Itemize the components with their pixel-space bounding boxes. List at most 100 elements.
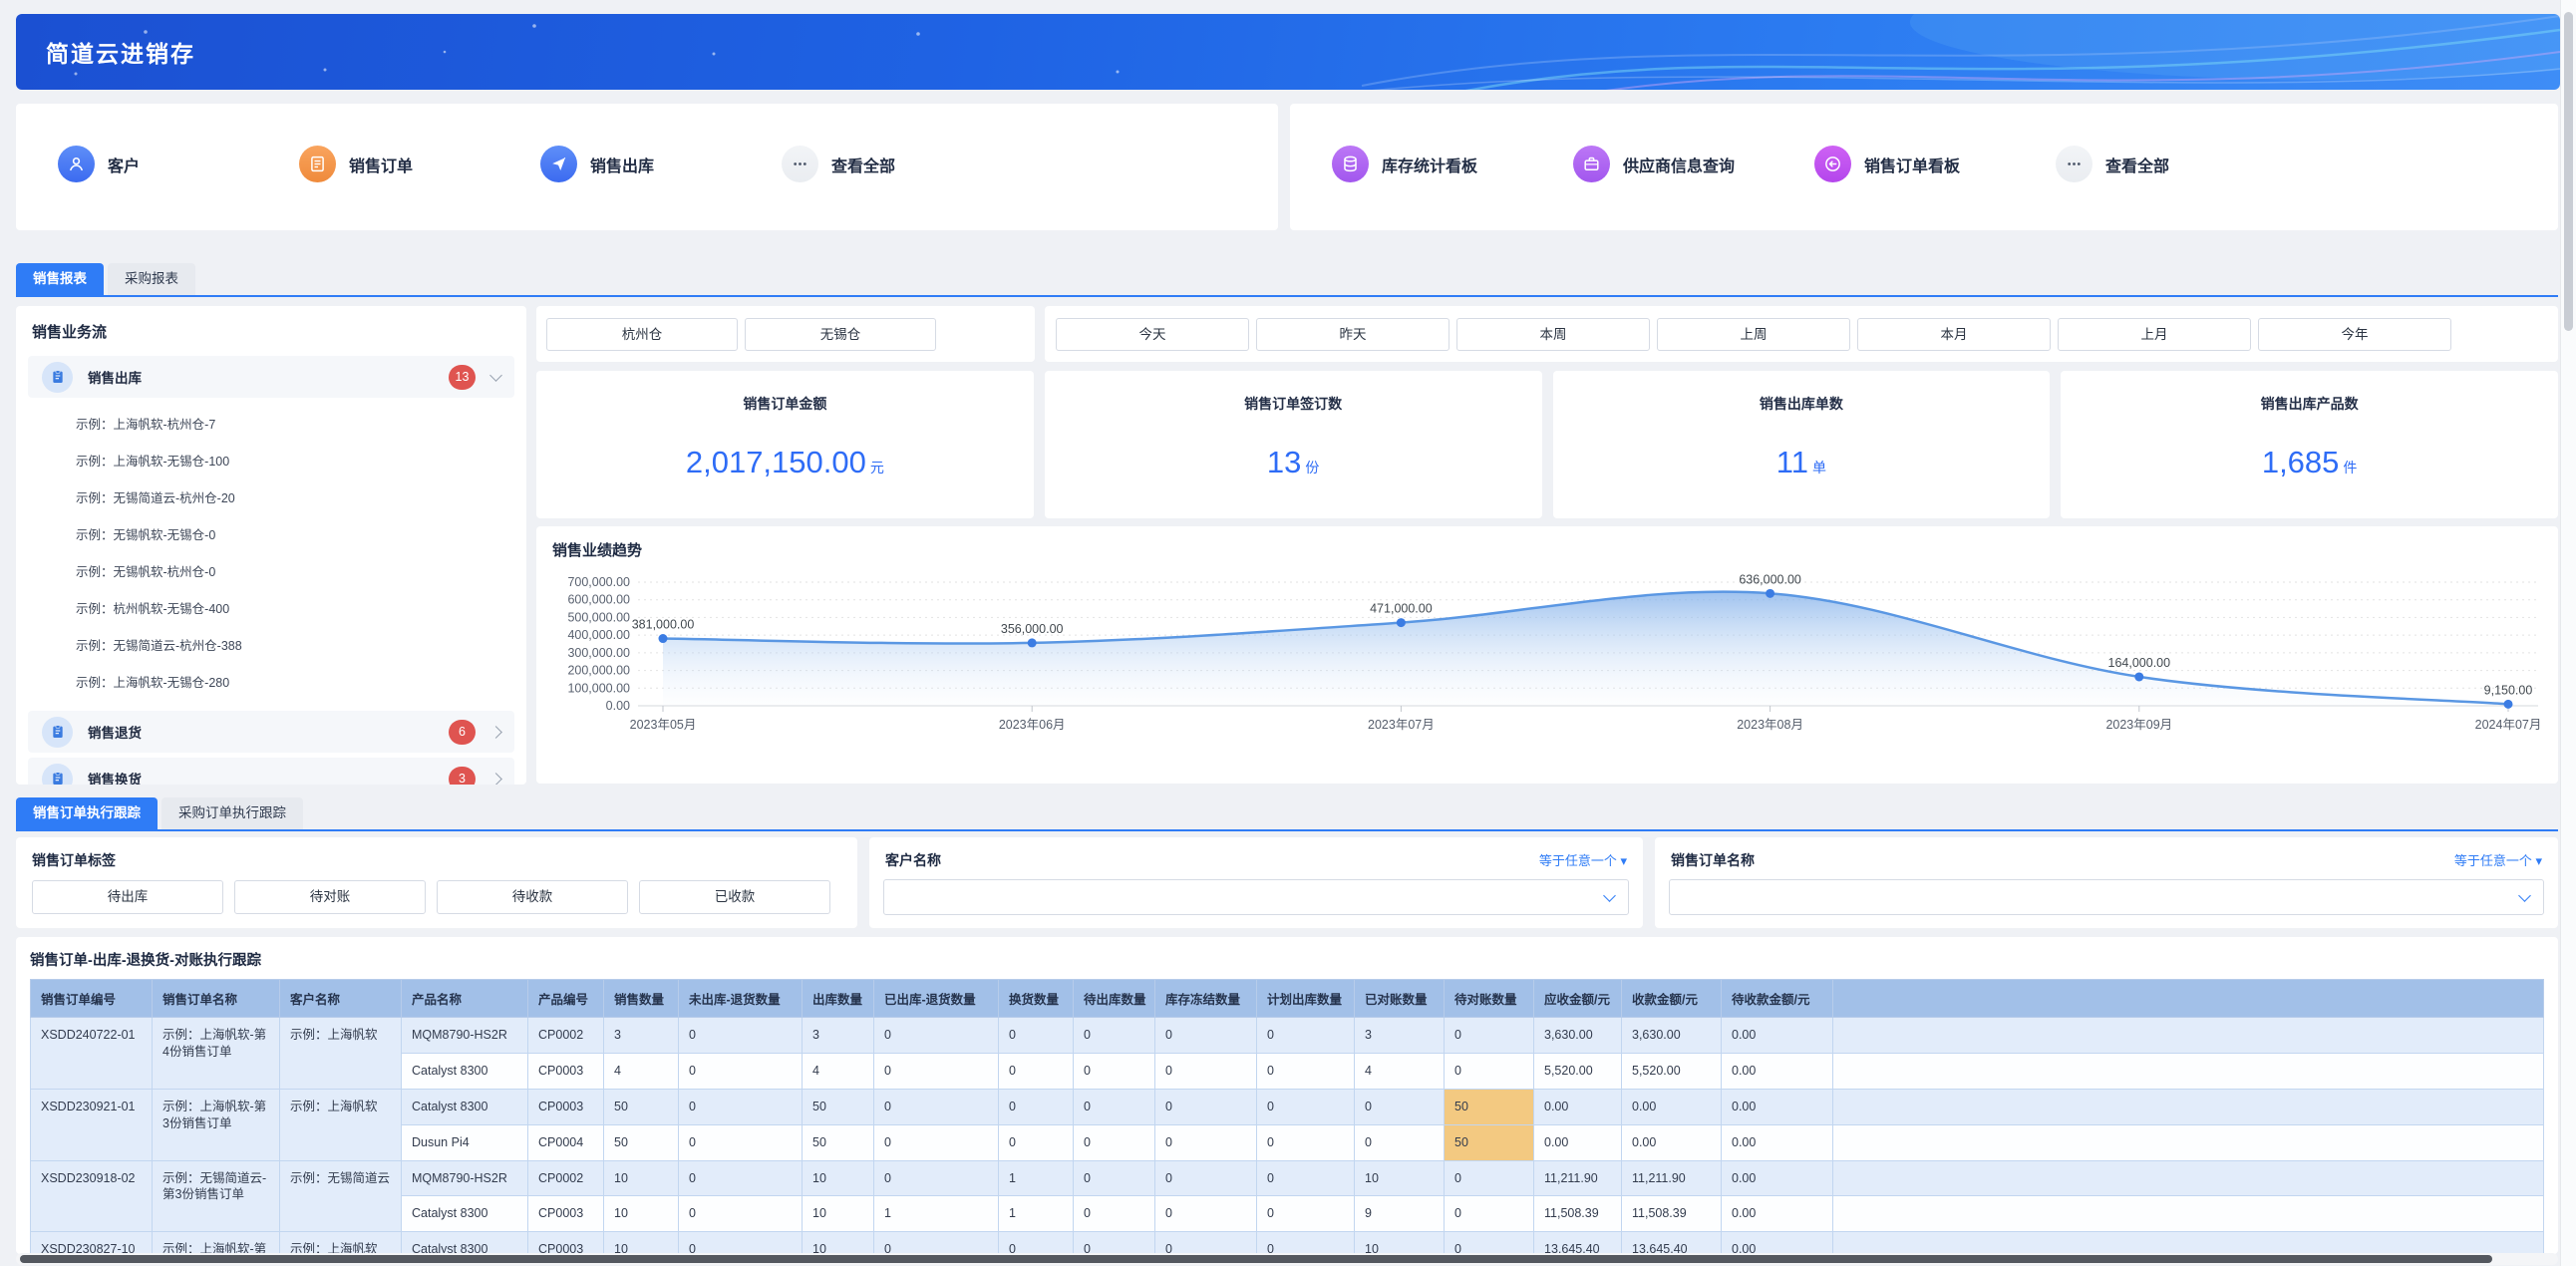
svg-text:2023年06月: 2023年06月	[999, 718, 1066, 732]
report-tab[interactable]: 销售报表	[16, 263, 104, 295]
table-cell: 0.00	[1622, 1124, 1722, 1160]
order-name-select[interactable]	[1669, 879, 2544, 915]
table-cell: 0	[1445, 1018, 1534, 1054]
sidebar-item[interactable]: 示例：无锡帆软-无锡仓-0	[16, 515, 526, 552]
time-filter-button[interactable]: 昨天	[1256, 318, 1449, 351]
warehouse-filter-button[interactable]: 杭州仓	[546, 318, 738, 351]
kpi-title: 销售订单签订数	[1045, 394, 1542, 414]
quick-app-kanban[interactable]: 销售订单看板	[1814, 146, 2056, 182]
table-filler-cell	[1833, 1053, 2544, 1089]
sidebar-group-销售换货[interactable]: 销售换货3	[28, 758, 514, 785]
order-tag-filter-button[interactable]: 待收款	[437, 880, 628, 914]
order-no-cell: XSDD240722-01	[31, 1018, 153, 1090]
quick-app-database[interactable]: 库存统计看板	[1332, 146, 1573, 182]
report-tab[interactable]: 采购报表	[108, 263, 195, 295]
order-no-cell: XSDD230921-01	[31, 1089, 153, 1160]
table-row[interactable]: XSDD230921-01示例：上海帆软-第3份销售订单示例：上海帆软Catal…	[31, 1089, 2544, 1124]
time-filter-button[interactable]: 本月	[1857, 318, 2051, 351]
table-row[interactable]: Dusun Pi4CP000450050000000500.000.000.00	[31, 1124, 2544, 1160]
table-row[interactable]: Catalyst 8300CP000310010110009011,508.39…	[31, 1196, 2544, 1232]
table-cell: 1	[874, 1196, 999, 1232]
customer-name-filter-panel: 客户名称 等于任意一个 ▾	[869, 837, 1643, 928]
table-header-cell: 销售订单名称	[153, 980, 280, 1018]
sidebar-group-销售退货[interactable]: 销售退货6	[28, 711, 514, 753]
table-header-cell: 产品编号	[528, 980, 604, 1018]
table-cell: 0	[1155, 1196, 1257, 1232]
warehouse-filter-button[interactable]: 无锡仓	[745, 318, 936, 351]
page: 简道云进销存 客户 销售订单 销售出库 查看全部 库存统计看板 供应商信息查询 销售订单看…	[0, 0, 2576, 1266]
quick-app-ellipsis[interactable]: 查看全部	[2056, 146, 2297, 182]
sidebar-item[interactable]: 示例：上海帆软-杭州仓-7	[16, 405, 526, 442]
sidebar-item[interactable]: 示例：无锡帆软-杭州仓-0	[16, 552, 526, 589]
table-cell: 0	[874, 1053, 999, 1089]
customer-cell: 示例：上海帆软	[280, 1018, 402, 1090]
sidebar-item[interactable]: 示例：上海帆软-无锡仓-280	[16, 663, 526, 700]
svg-text:2023年07月: 2023年07月	[1368, 718, 1435, 732]
time-filter-button[interactable]: 上月	[2058, 318, 2251, 351]
kpi-unit: 元	[870, 460, 884, 475]
svg-text:300,000.00: 300,000.00	[567, 646, 630, 660]
time-filter-button[interactable]: 上周	[1657, 318, 1850, 351]
table-cell: 3	[604, 1018, 679, 1054]
tracking-tab[interactable]: 销售订单执行跟踪	[16, 797, 158, 829]
vertical-scrollbar[interactable]	[2560, 0, 2576, 1266]
table-cell: 4	[803, 1053, 874, 1089]
table-cell: 0.00	[1722, 1196, 1833, 1232]
order-tag-filter-button[interactable]: 待出库	[32, 880, 223, 914]
warehouse-filter-panel: 杭州仓无锡仓	[536, 306, 1035, 362]
sidebar-group-销售出库[interactable]: 销售出库13	[28, 356, 514, 398]
time-filter-button[interactable]: 本周	[1456, 318, 1650, 351]
table-cell: 5,520.00	[1622, 1053, 1722, 1089]
table-row[interactable]: Catalyst 8300CP000340400000405,520.005,5…	[31, 1053, 2544, 1089]
sidebar-item[interactable]: 示例：上海帆软-无锡仓-100	[16, 442, 526, 478]
customer-operator-link[interactable]: 等于任意一个 ▾	[1539, 850, 1627, 869]
kpi-title: 销售出库产品数	[2061, 394, 2558, 414]
table-cell: 10	[1355, 1232, 1445, 1254]
time-filter-button[interactable]: 今年	[2258, 318, 2451, 351]
table-header-filler	[1833, 980, 2544, 1018]
customer-name-select[interactable]	[883, 879, 1629, 915]
table-cell: 10	[604, 1160, 679, 1196]
order-tag-filter-button[interactable]: 已收款	[639, 880, 830, 914]
kpi-title: 销售出库单数	[1553, 394, 2051, 414]
quick-app-label: 客户	[108, 153, 140, 176]
count-badge: 3	[449, 767, 476, 786]
quick-app-briefcase[interactable]: 供应商信息查询	[1573, 146, 1814, 182]
vertical-scrollbar-thumb[interactable]	[2564, 12, 2573, 331]
table-cell: CP0003	[528, 1232, 604, 1254]
horizontal-scrollbar[interactable]	[16, 1253, 2558, 1265]
quick-app-ellipsis[interactable]: 查看全部	[782, 146, 1023, 182]
sidebar-item[interactable]: 示例：无锡简道云-杭州仓-20	[16, 478, 526, 515]
tracking-tab[interactable]: 采购订单执行跟踪	[161, 797, 303, 829]
svg-text:0.00: 0.00	[606, 699, 630, 713]
table-row[interactable]: XSDD240722-01示例：上海帆软-第4份销售订单示例：上海帆软MQM87…	[31, 1018, 2544, 1054]
table-cell: 0.00	[1534, 1124, 1622, 1160]
table-cell: 11,211.90	[1622, 1160, 1722, 1196]
quick-app-label: 销售出库	[590, 153, 654, 176]
svg-text:9,150.00: 9,150.00	[2484, 683, 2533, 697]
clipboard-icon	[42, 764, 73, 786]
table-cell: 0	[1155, 1053, 1257, 1089]
table-header-cell: 库存冻结数量	[1155, 980, 1257, 1018]
order-tag-filter-button[interactable]: 待对账	[234, 880, 426, 914]
time-filter-button[interactable]: 今天	[1056, 318, 1249, 351]
table-cell: 0	[1257, 1018, 1355, 1054]
quick-app-label: 供应商信息查询	[1623, 153, 1735, 176]
quick-app-user[interactable]: 客户	[58, 146, 299, 182]
kanban-icon	[1814, 146, 1851, 182]
sidebar-item[interactable]: 示例：无锡简道云-杭州仓-388	[16, 626, 526, 663]
quick-app-send[interactable]: 销售出库	[540, 146, 782, 182]
app-title: 简道云进销存	[46, 35, 195, 69]
table-cell: 0	[1155, 1124, 1257, 1160]
table-row[interactable]: XSDD230918-02示例：无锡简道云-第3份销售订单示例：无锡简道云MQM…	[31, 1160, 2544, 1196]
quick-app-order[interactable]: 销售订单	[299, 146, 540, 182]
table-row[interactable]: XSDD230827-10示例：上海帆软-第1份销售订单示例：上海帆软Catal…	[31, 1232, 2544, 1254]
table-header-cell: 产品名称	[402, 980, 528, 1018]
table-cell: Dusun Pi4	[402, 1124, 528, 1160]
table-header-cell: 出库数量	[803, 980, 874, 1018]
table-cell: 3	[803, 1018, 874, 1054]
sidebar-item[interactable]: 示例：杭州帆软-无锡仓-400	[16, 589, 526, 626]
horizontal-scrollbar-thumb[interactable]	[20, 1255, 2492, 1263]
order-operator-link[interactable]: 等于任意一个 ▾	[2454, 850, 2542, 869]
sales-flow-panel: 销售业务流 销售出库13示例：上海帆软-杭州仓-7示例：上海帆软-无锡仓-100…	[16, 306, 526, 785]
